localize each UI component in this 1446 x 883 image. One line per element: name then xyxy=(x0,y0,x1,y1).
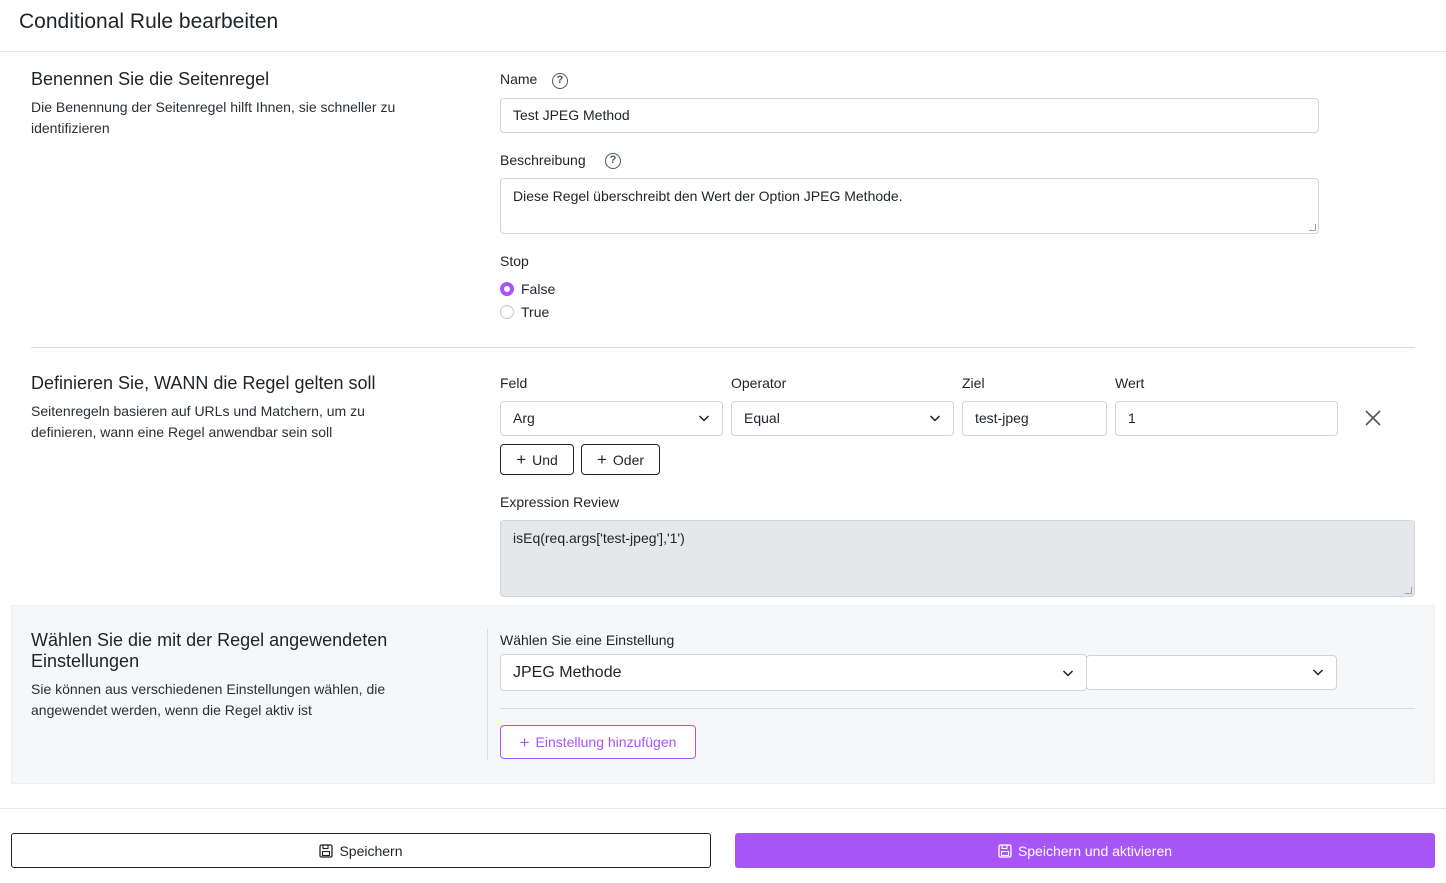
add-setting-button[interactable]: + Einstellung hinzufügen xyxy=(500,725,696,759)
setting-select-label: Wählen Sie eine Einstellung xyxy=(500,632,675,648)
stop-option-false[interactable]: False xyxy=(500,280,555,298)
expression-label: Expression Review xyxy=(500,494,620,510)
settings-section-description: Sie können aus verschiedenen Einstellung… xyxy=(31,681,386,718)
section-divider xyxy=(31,347,1415,348)
add-and-button[interactable]: + Und xyxy=(500,444,574,475)
setting-select[interactable]: JPEG Methode xyxy=(500,654,1087,691)
plus-icon: + xyxy=(516,450,527,469)
page-header: Conditional Rule bearbeiten xyxy=(0,0,1446,52)
field-select[interactable]: Arg xyxy=(500,401,723,436)
value-input[interactable]: 1 xyxy=(1115,401,1338,436)
plus-icon: + xyxy=(596,450,607,469)
description-text: Diese Regel überschreibt den Wert der Op… xyxy=(513,188,903,204)
floppy-disk-icon xyxy=(319,843,334,858)
stop-label: Stop xyxy=(500,253,529,269)
floppy-disk-icon xyxy=(998,843,1012,858)
plus-icon: + xyxy=(519,732,530,752)
operator-label: Operator xyxy=(731,375,787,391)
target-label: Ziel xyxy=(962,375,985,391)
setting-select-value: JPEG Methode xyxy=(513,664,622,681)
field-label: Feld xyxy=(500,375,528,391)
settings-divider xyxy=(500,708,1415,709)
conditions-section-title: Definieren Sie, WANN die Regel gelten so… xyxy=(31,373,376,393)
conditions-section-description: Seitenregeln basieren auf URLs und Match… xyxy=(31,403,365,440)
remove-condition-close-icon[interactable] xyxy=(1364,409,1382,427)
description-help-icon[interactable]: ? xyxy=(605,153,621,169)
resize-grip-icon xyxy=(1405,587,1412,594)
settings-section-title: Wählen Sie die mit der Regel angewendete… xyxy=(31,630,388,671)
radio-checked-icon[interactable] xyxy=(500,282,514,296)
add-setting-label: Einstellung hinzufügen xyxy=(535,734,677,750)
naming-section-title: Benennen Sie die Seitenregel xyxy=(31,69,270,89)
add-and-label: Und xyxy=(532,451,558,468)
save-label: Speichern xyxy=(339,842,403,859)
chevron-down-icon xyxy=(698,415,710,422)
chevron-down-icon xyxy=(1312,669,1324,676)
settings-vertical-divider xyxy=(487,629,488,760)
radio-unchecked-icon[interactable] xyxy=(500,305,514,319)
operator-select-value: Equal xyxy=(744,410,780,426)
description-textarea[interactable]: Diese Regel überschreibt den Wert der Op… xyxy=(500,178,1319,234)
add-or-label: Oder xyxy=(612,451,645,468)
save-and-activate-button[interactable]: Speichern und aktivieren xyxy=(735,833,1435,868)
expression-review-box: isEq(req.args['test-jpeg'],'1') xyxy=(500,520,1415,597)
chevron-down-icon xyxy=(1062,670,1074,677)
stop-option-true[interactable]: True xyxy=(500,303,549,321)
expression-text: isEq(req.args['test-jpeg'],'1') xyxy=(513,530,685,546)
description-label: Beschreibung xyxy=(500,152,586,168)
name-label: Name xyxy=(500,71,538,87)
value-label: Wert xyxy=(1115,375,1145,391)
save-and-activate-label: Speichern und aktivieren xyxy=(1017,842,1173,859)
add-or-button[interactable]: + Oder xyxy=(581,444,660,475)
save-button[interactable]: Speichern xyxy=(11,833,711,868)
naming-section-description: Die Benennung der Seitenregel hilft Ihne… xyxy=(31,99,396,136)
footer-divider xyxy=(0,808,1446,809)
chevron-down-icon xyxy=(929,415,941,422)
setting-option-select[interactable] xyxy=(1086,655,1337,690)
name-help-icon[interactable]: ? xyxy=(552,73,568,89)
stop-option-true-label: True xyxy=(521,304,550,320)
page-title: Conditional Rule bearbeiten xyxy=(19,10,279,33)
stop-option-false-label: False xyxy=(521,281,556,297)
field-select-value: Arg xyxy=(513,410,535,426)
target-input[interactable]: test-jpeg xyxy=(962,401,1107,436)
resize-grip-icon[interactable] xyxy=(1309,224,1316,231)
name-input[interactable]: Test JPEG Method xyxy=(500,98,1319,133)
operator-select[interactable]: Equal xyxy=(731,401,954,436)
